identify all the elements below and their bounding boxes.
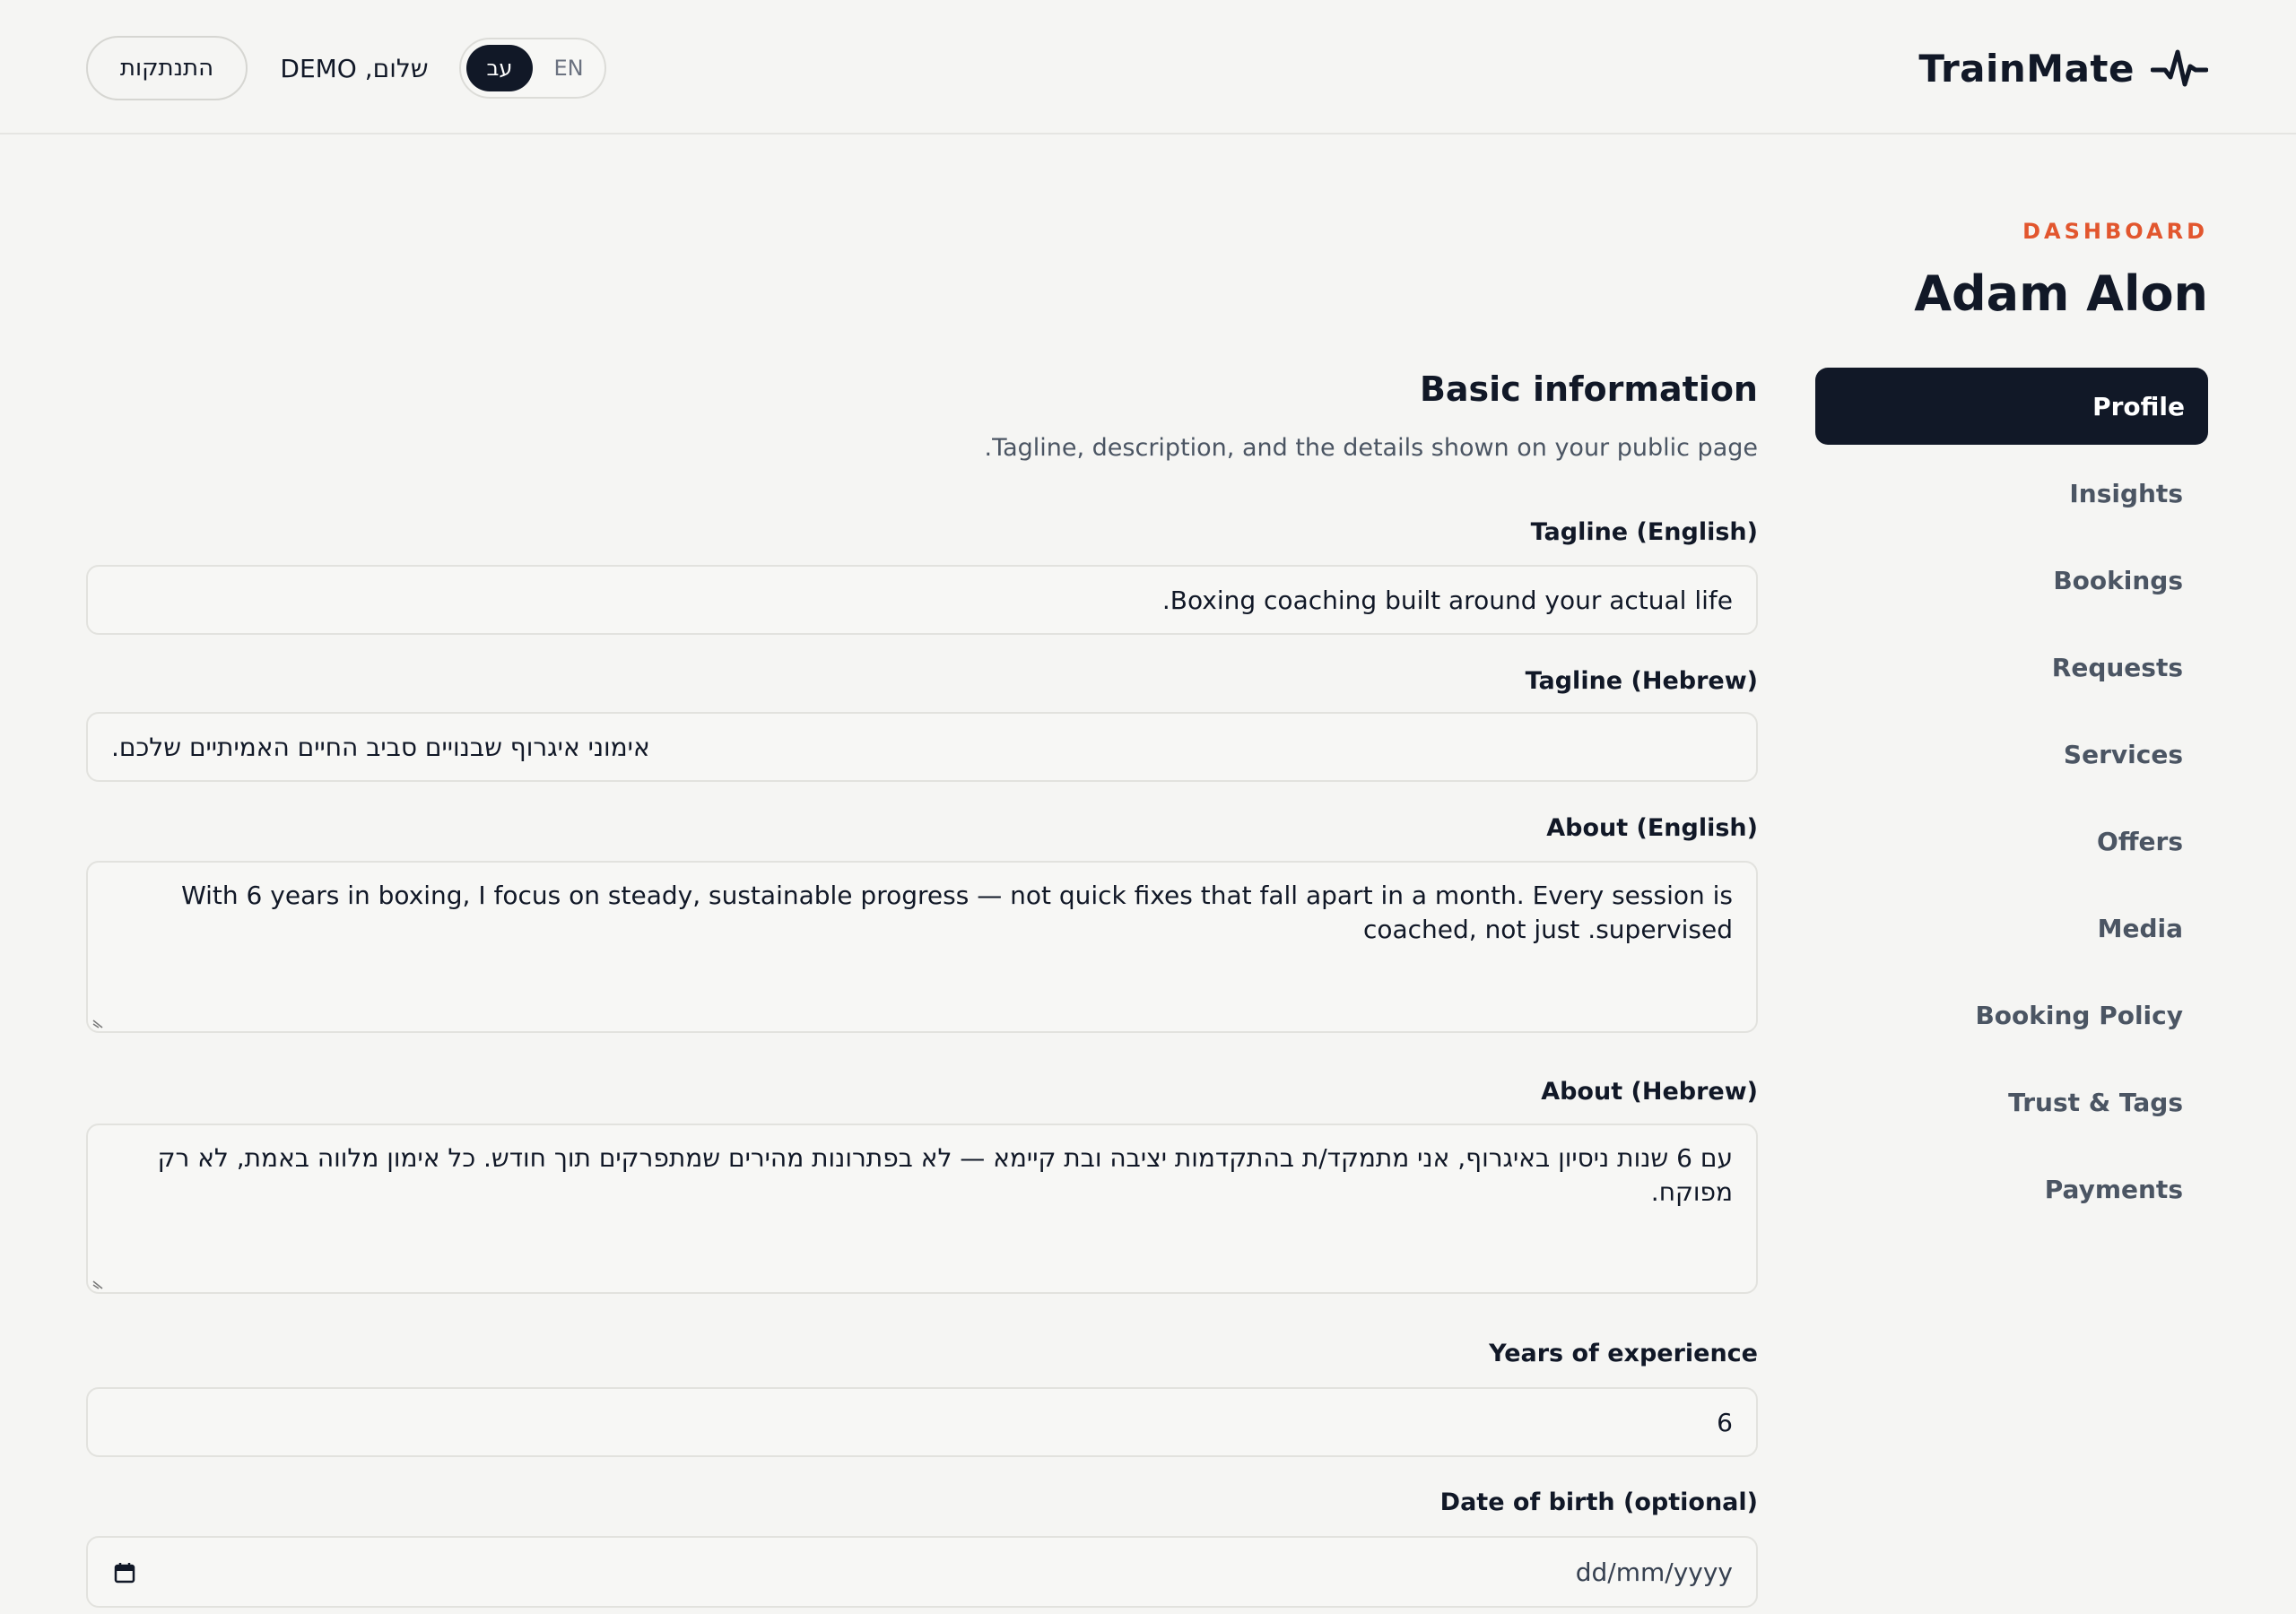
sidebar-item-media[interactable]: Media <box>1815 889 2208 967</box>
about-he-textarea[interactable]: עם 6 שנות ניסיון באיגרוף, אני מתמקד/ת בה… <box>86 1124 1758 1294</box>
sidebar-item-services[interactable]: Services <box>1815 716 2208 793</box>
section-subtitle: .Tagline, description, and the details s… <box>984 434 1758 462</box>
brand-logo[interactable]: TrainMate <box>1918 39 2208 97</box>
years-label: Years of experience <box>1489 1340 1758 1367</box>
years-input[interactable]: 6 <box>86 1387 1758 1457</box>
dob-input[interactable]: dd/mm/yyyy <box>86 1536 1758 1608</box>
about-en-textarea[interactable]: With 6 years in boxing, I focus on stead… <box>86 861 1758 1033</box>
sidebar-item-requests[interactable]: Requests <box>1815 629 2208 706</box>
logout-button[interactable]: התנתקות <box>86 36 248 100</box>
about-en-text: With 6 years in boxing, I focus on stead… <box>181 881 1733 944</box>
tagline-he-label: Tagline (Hebrew) <box>1525 667 1758 695</box>
dob-label: Date of birth (optional) <box>1439 1488 1758 1516</box>
dob-placeholder: dd/mm/yyyy <box>1575 1557 1733 1587</box>
tagline-en-label: Tagline (English) <box>1530 518 1758 546</box>
pulse-icon <box>2151 49 2208 87</box>
about-he-label: About (Hebrew) <box>1541 1078 1758 1106</box>
language-toggle[interactable]: עב EN <box>459 38 606 99</box>
lang-option-hebrew[interactable]: עב <box>466 45 533 91</box>
section-title: Basic information <box>1419 369 1758 409</box>
trainer-name: Adam Alon <box>1914 265 2208 322</box>
sidebar-item-profile[interactable]: Profile <box>1815 368 2208 445</box>
sidebar-item-insights[interactable]: Insights <box>1815 455 2208 532</box>
sidebar-item-bookings[interactable]: Bookings <box>1815 542 2208 619</box>
sidebar-item-booking-policy[interactable]: Booking Policy <box>1815 976 2208 1054</box>
greeting-text: שלום, DEMO <box>280 53 429 83</box>
resize-grip-icon[interactable] <box>91 1276 106 1290</box>
lang-option-english[interactable]: EN <box>540 45 597 91</box>
resize-grip-icon[interactable] <box>91 1015 106 1029</box>
tagline-en-input[interactable]: .Boxing coaching built around your actua… <box>86 565 1758 635</box>
top-bar: התנתקות שלום, DEMO עב EN TrainMate <box>0 0 2296 134</box>
calendar-icon[interactable] <box>113 1561 136 1584</box>
about-he-text: עם 6 שנות ניסיון באיגרוף, אני מתמקד/ת בה… <box>157 1143 1733 1207</box>
sidebar-item-offers[interactable]: Offers <box>1815 803 2208 880</box>
tagline-he-input[interactable]: אימוני איגרוף שבנויים סביב החיים האמיתיי… <box>86 712 1758 782</box>
about-en-label: About (English) <box>1546 814 1758 842</box>
brand-name: TrainMate <box>1918 46 2135 91</box>
sidebar-item-payments[interactable]: Payments <box>1815 1150 2208 1228</box>
dashboard-label: DASHBOARD <box>2022 219 2208 244</box>
sidebar-item-trust-tags[interactable]: Trust & Tags <box>1815 1063 2208 1141</box>
